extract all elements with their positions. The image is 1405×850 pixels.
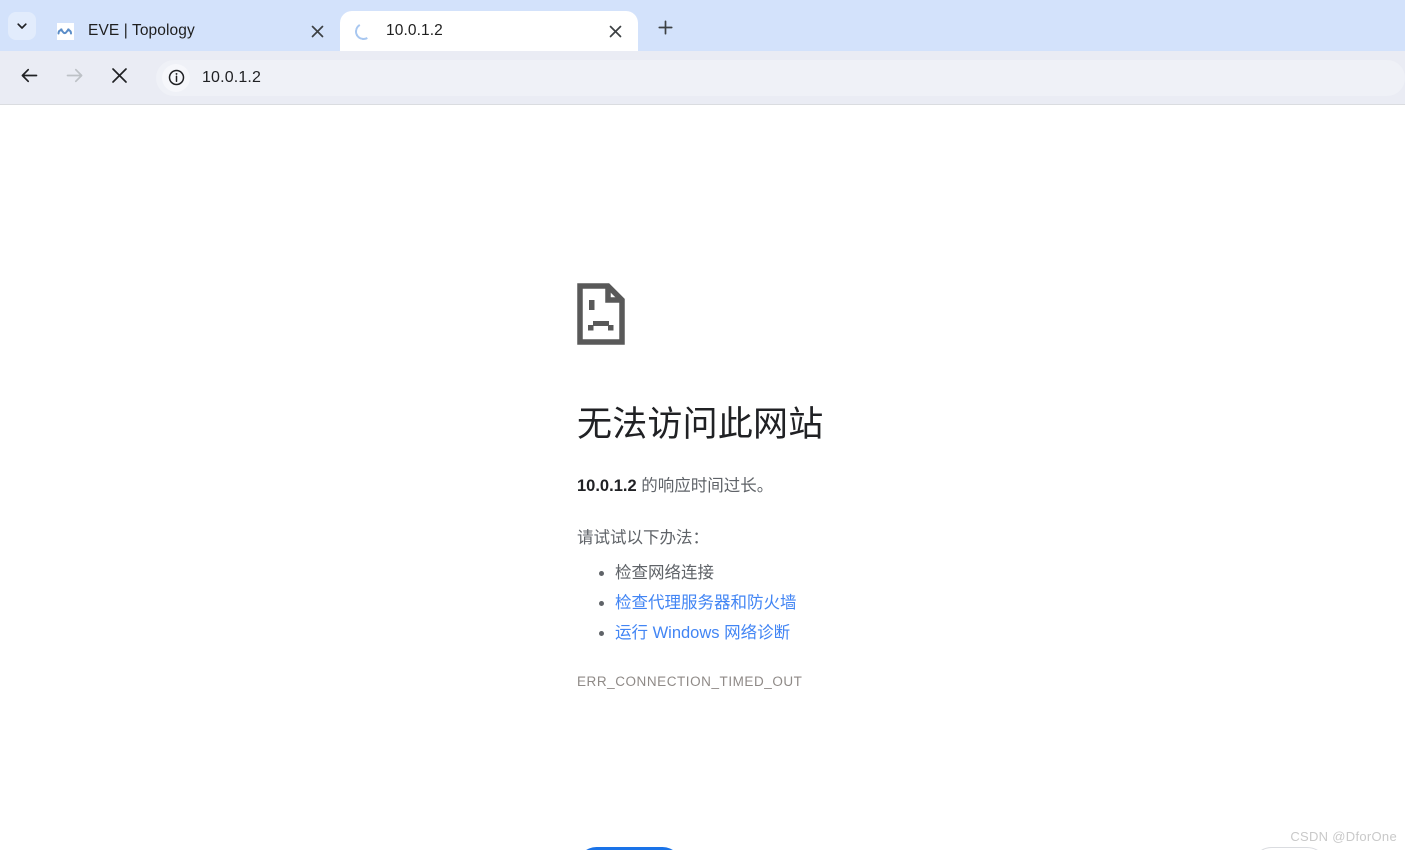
tab-eve-topology[interactable]: EVE | Topology (42, 11, 340, 51)
new-tab-button[interactable] (650, 15, 680, 45)
loading-spinner-icon (352, 20, 374, 42)
tab-search-button[interactable] (8, 12, 36, 40)
browser-toolbar: 10.0.1.2 (0, 51, 1405, 105)
tab-10-0-1-2[interactable]: 10.0.1.2 (340, 11, 638, 51)
error-subtitle-rest: 的响应时间过长。 (636, 476, 774, 495)
error-page: 无法访问此网站 10.0.1.2 的响应时间过长。 请试试以下办法： 检查网络连… (0, 106, 1405, 850)
plus-icon (657, 20, 673, 40)
error-subtitle: 10.0.1.2 的响应时间过长。 (577, 473, 1177, 499)
error-host: 10.0.1.2 (577, 476, 637, 495)
suggestion-check-proxy-firewall-link[interactable]: 检查代理服务器和防火墙 (615, 594, 797, 612)
arrow-right-icon (64, 65, 85, 91)
arrow-left-icon (19, 65, 40, 91)
suggestions-list: 检查网络连接 检查代理服务器和防火墙 运行 Windows 网络诊断 (577, 558, 1177, 648)
list-item[interactable]: 运行 Windows 网络诊断 (615, 618, 1177, 648)
suggestion-check-network: 检查网络连接 (615, 563, 714, 582)
error-code: ERR_CONNECTION_TIMED_OUT (577, 673, 803, 689)
address-bar-text[interactable]: 10.0.1.2 (202, 69, 261, 87)
watermark: CSDN @DforOne (1290, 829, 1397, 844)
error-content: 无法访问此网站 10.0.1.2 的响应时间过长。 请试试以下办法： 检查网络连… (577, 283, 1177, 689)
sad-document-icon (577, 283, 1177, 350)
back-button[interactable] (12, 61, 46, 95)
address-bar[interactable]: 10.0.1.2 (156, 59, 1405, 96)
forward-button (57, 61, 91, 95)
list-item[interactable]: 检查代理服务器和防火墙 (615, 588, 1177, 618)
page-title: 无法访问此网站 (577, 405, 824, 444)
info-circle-icon[interactable] (162, 63, 190, 92)
close-x-icon (111, 67, 128, 89)
suggestion-run-windows-diagnostics-link[interactable]: 运行 Windows 网络诊断 (615, 624, 790, 642)
browser-window: EVE | Topology 10.0.1.2 10.0.1.2 无法访问此网站… (0, 0, 1405, 850)
eve-logo-icon (56, 22, 74, 40)
tab-title: EVE | Topology (88, 22, 195, 39)
list-item: 检查网络连接 (615, 558, 1177, 588)
tab-title: 10.0.1.2 (386, 22, 443, 39)
stop-loading-button[interactable] (102, 61, 136, 95)
chevron-down-icon (16, 20, 28, 32)
tab-strip: EVE | Topology 10.0.1.2 (0, 0, 1405, 51)
tab-close-button[interactable] (304, 18, 330, 44)
tab-close-button[interactable] (602, 18, 628, 44)
suggestions-heading: 请试试以下办法： (577, 529, 709, 548)
